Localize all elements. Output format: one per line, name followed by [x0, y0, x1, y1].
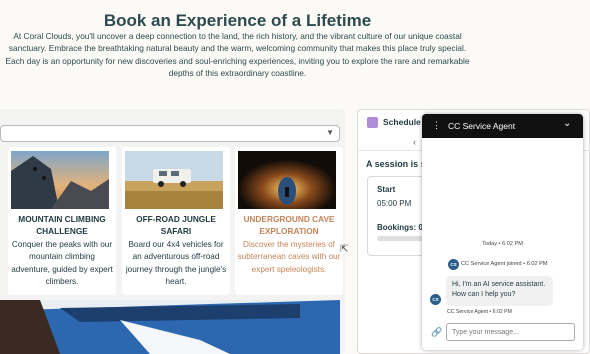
message-meta: CC Service Agent • 6:02 PM — [447, 309, 512, 315]
agent-avatar: CS — [430, 294, 441, 305]
chat-title: CC Service Agent — [448, 121, 516, 131]
chat-window: ⋮ CC Service Agent ⌄ Today • 6:02 PM CS … — [422, 114, 583, 350]
chat-header: ⋮ CC Service Agent ⌄ — [422, 114, 583, 138]
agent-avatar: CS — [448, 259, 459, 270]
experience-card-cave[interactable]: UNDERGROUND CAVE EXPLORATION Discover th… — [235, 147, 343, 295]
bookings-label: Bookings: 0, — [377, 223, 426, 232]
experience-card-title: OFF-ROAD JUNGLE SAFARI — [136, 214, 216, 236]
hero-description: At Coral Clouds, you'll uncover a deep c… — [5, 31, 470, 79]
chevron-down-icon: ▼ — [326, 128, 334, 137]
experience-card-description: Discover the mysteries of subterranean c… — [237, 240, 341, 274]
experience-card-safari[interactable]: OFF-ROAD JUNGLE SAFARI Board our 4x4 veh… — [122, 147, 230, 295]
experience-card-mountain[interactable]: MOUNTAIN CLIMBING CHALLENGE Conquer the … — [8, 147, 116, 295]
more-options-icon[interactable]: ⋮ — [432, 120, 441, 131]
rafting-image — [0, 300, 340, 354]
start-label: Start — [377, 185, 396, 194]
calendar-icon — [367, 117, 378, 128]
chevron-left-icon[interactable]: ‹ — [413, 137, 416, 147]
experience-filter-select[interactable]: ▼ — [0, 125, 340, 142]
agent-joined-text: CC Service Agent joined • 6:02 PM — [461, 261, 548, 267]
experience-card-title: MOUNTAIN CLIMBING CHALLENGE — [18, 214, 106, 236]
mountain-climber-image — [11, 151, 109, 209]
experience-card-description: Board our 4x4 vehicles for an adventurou… — [125, 240, 227, 287]
safari-truck-image — [125, 151, 223, 209]
mouse-cursor-icon: ⇱ — [340, 244, 349, 255]
attachment-paperclip-icon[interactable]: 🔗 — [431, 327, 442, 338]
experience-card-description: Conquer the peaks with our mountain clim… — [11, 240, 113, 287]
minimize-chevron-icon[interactable]: ⌄ — [563, 118, 571, 129]
hero-title: Book an Experience of a Lifetime — [103, 11, 372, 30]
cave-image — [238, 151, 336, 209]
start-time: 05:00 PM — [377, 199, 412, 208]
chat-message-input[interactable] — [446, 323, 575, 341]
agent-message-bubble: Hi, I'm an AI service assistant. How can… — [446, 276, 553, 306]
session-text: A session is s — [366, 159, 426, 169]
chat-day-label: Today • 6:02 PM — [482, 241, 523, 247]
schedule-title: Schedule — [383, 117, 421, 127]
experience-card-title: UNDERGROUND CAVE EXPLORATION — [243, 214, 335, 236]
